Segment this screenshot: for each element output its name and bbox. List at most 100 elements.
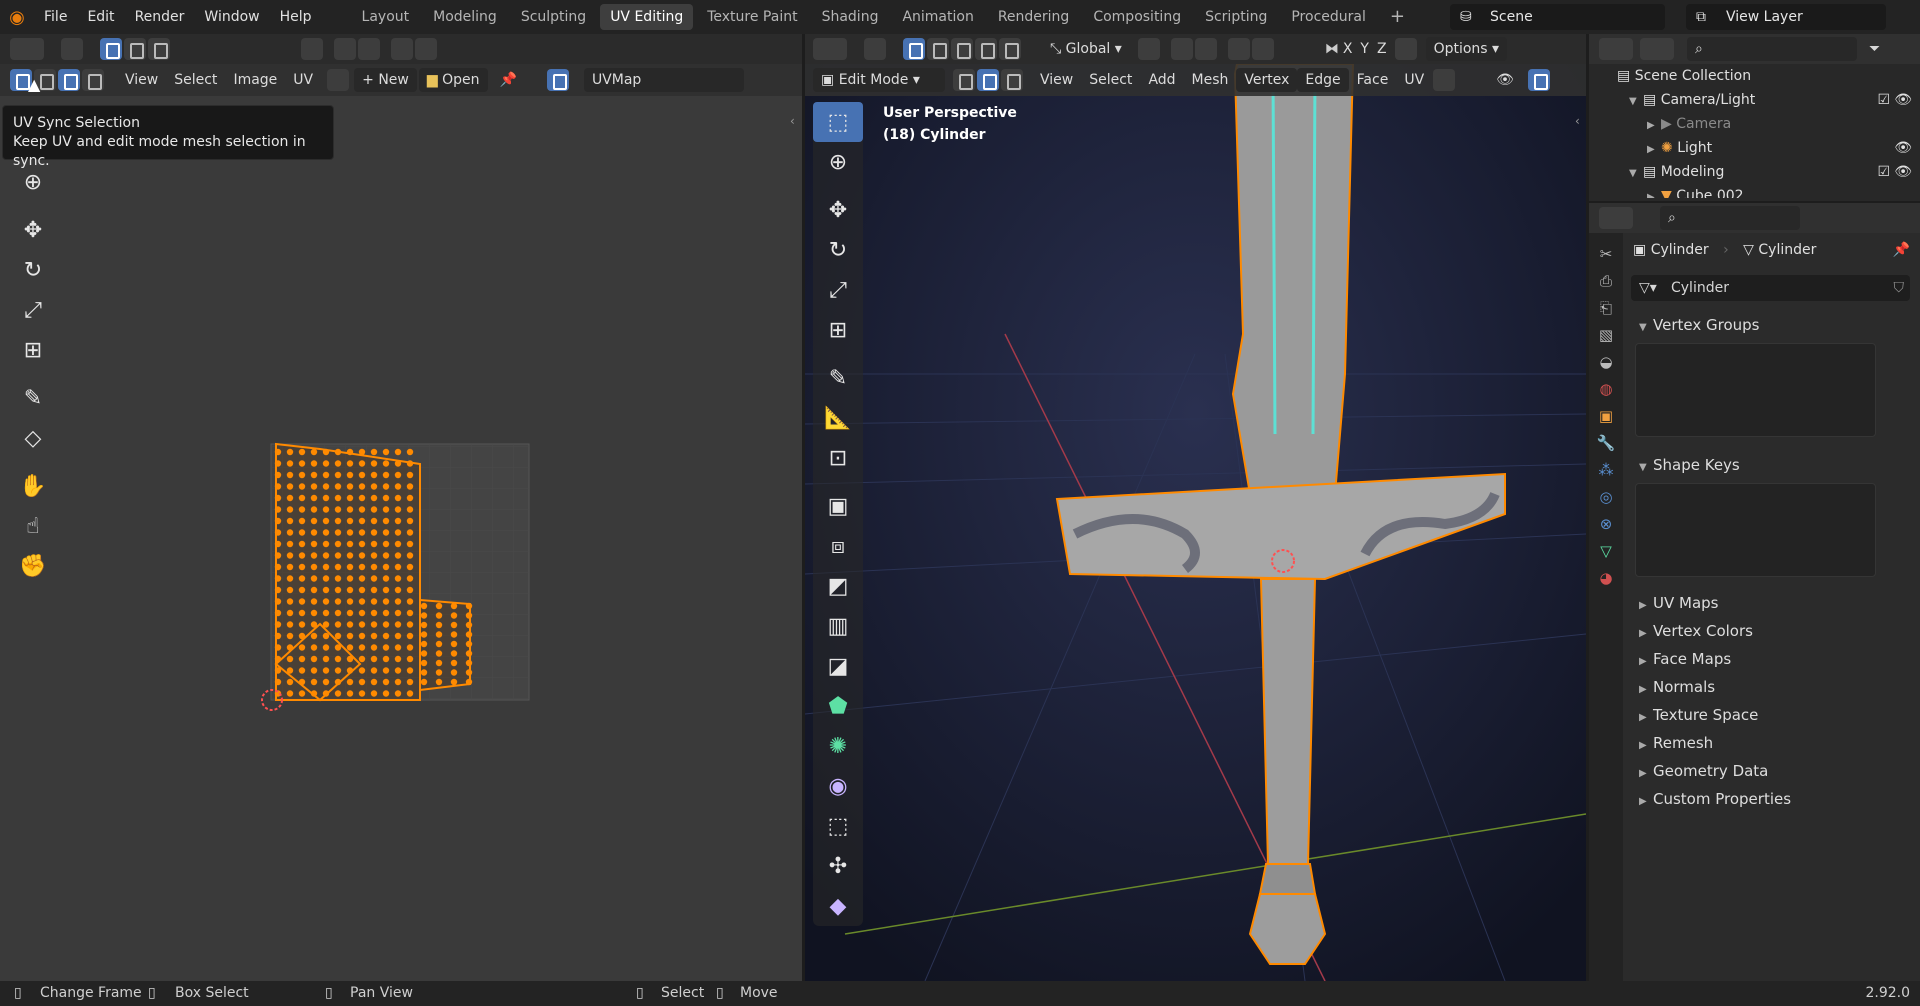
extrude-region-icon[interactable]: ▣ (813, 486, 863, 526)
tab-layout[interactable]: Layout (352, 4, 420, 30)
viewport-select-icon[interactable]: ⬚ (813, 102, 863, 142)
scene-tab-icon[interactable]: ◒ (1599, 353, 1612, 371)
move-tool-icon[interactable]: ✥ (8, 210, 58, 250)
viewport-add-cube-icon[interactable]: ⊡ (813, 438, 863, 478)
tab-uv-editing[interactable]: UV Editing (600, 4, 694, 30)
scene-selector[interactable]: ⛁ Scene (1450, 4, 1665, 30)
tab-sculpting[interactable]: Sculpting (511, 4, 596, 30)
poly-build-icon[interactable]: ⬟ (813, 686, 863, 726)
outliner-row-camera-light[interactable]: ▼ ▤ Camera/Light ☑ 👁 (1589, 88, 1920, 112)
outliner-row-modeling[interactable]: ▼ ▤ Modeling ☑ 👁 (1589, 160, 1920, 184)
panel-shape-keys[interactable]: ▼ Shape Keys (1623, 451, 1920, 479)
viewport-snap-icon[interactable] (1170, 38, 1193, 60)
outliner-filter-icon[interactable]: ⏷ (1869, 41, 1880, 57)
auto-merge-icon[interactable] (1394, 38, 1417, 60)
viewport-gizmo-menu-icon[interactable] (1433, 69, 1456, 91)
viewport-transform-icon[interactable]: ⊞ (813, 310, 863, 350)
outliner-row-cube002[interactable]: ▶ ▼ Cube.002 (1589, 184, 1920, 198)
tab-scripting[interactable]: Scripting (1195, 4, 1277, 30)
viewport-scale-icon[interactable]: ⤢ (813, 270, 863, 310)
snap-target-icon[interactable] (358, 38, 380, 60)
panel-vertex-colors[interactable]: ▶ Vertex Colors (1623, 617, 1920, 645)
tab-texture-paint[interactable]: Texture Paint (697, 4, 807, 30)
checkbox-icon[interactable]: ☑ (1877, 88, 1890, 112)
pin-icon[interactable]: 📌 (500, 72, 517, 88)
panel-texture-space[interactable]: ▶ Texture Space (1623, 701, 1920, 729)
panel-face-maps[interactable]: ▶ Face Maps (1623, 645, 1920, 673)
viewport-move-icon[interactable]: ✥ (813, 190, 863, 230)
snap-icon[interactable] (334, 38, 356, 60)
outliner-search-input[interactable]: ⌕ (1687, 37, 1857, 61)
vertex-groups-list[interactable] (1635, 343, 1876, 437)
properties-editor[interactable]: ⌕ ✂ ⎙ ⎗ ▧ ◒ ◍ ▣ 🔧 ⁂ ◎ ⊗ ▽ ◕ ▣ Cylinder ›… (1589, 203, 1920, 981)
select-mode-box-icon[interactable] (100, 38, 122, 60)
tab-shading[interactable]: Shading (812, 4, 889, 30)
collapse-sidebar-arrow-icon[interactable]: ‹ (790, 114, 795, 128)
physics-tab-icon[interactable]: ◎ (1599, 488, 1612, 506)
uv-editor[interactable]: View Select Image UV + New ▆ Open 📌 UVMa… (0, 34, 802, 981)
new-image-button[interactable]: + New (354, 68, 417, 92)
image-browse-icon[interactable] (327, 69, 350, 91)
select-mode-extend-icon[interactable] (124, 38, 146, 60)
visibility-eye-icon[interactable]: 👁 (1496, 72, 1514, 88)
pivot-icon[interactable] (301, 38, 323, 60)
viewport-select-intersect-icon[interactable] (999, 38, 1021, 60)
tool-tab-icon[interactable]: ✂ (1600, 245, 1613, 263)
viewport-menu-uv[interactable]: UV (1396, 68, 1432, 92)
panel-remesh[interactable]: ▶ Remesh (1623, 729, 1920, 757)
editor-type-icon[interactable] (10, 38, 44, 60)
material-tab-icon[interactable]: ◕ (1599, 569, 1612, 587)
viewport-measure-icon[interactable]: 📐 (813, 398, 863, 438)
tab-animation[interactable]: Animation (892, 4, 983, 30)
viewport-snap-target-icon[interactable] (1194, 38, 1217, 60)
uv-canvas[interactable] (240, 404, 540, 724)
uv-menu-view[interactable]: View (117, 68, 166, 92)
knife-icon[interactable]: ◪ (813, 646, 863, 686)
fake-user-shield-icon[interactable]: ⛉ (1894, 275, 1905, 301)
select-mode-subtract-icon[interactable] (148, 38, 170, 60)
open-image-button[interactable]: ▆ Open (418, 68, 488, 92)
loop-cut-icon[interactable]: ▥ (813, 606, 863, 646)
viewport-falloff-icon[interactable] (1251, 38, 1274, 60)
mesh-browse-icon[interactable]: ▽▾ (1639, 275, 1657, 301)
menu-window[interactable]: Window (194, 0, 269, 34)
shrink-fatten-icon[interactable]: ✣ (813, 846, 863, 886)
viewport-menu-edge[interactable]: Edge (1297, 68, 1349, 92)
viewport-pivot-icon[interactable] (1137, 38, 1160, 60)
tab-procedural[interactable]: Procedural (1281, 4, 1376, 30)
world-tab-icon[interactable]: ◍ (1599, 380, 1612, 398)
modifier-tab-icon[interactable]: 🔧 (1597, 434, 1616, 452)
grab-tool-icon[interactable]: ✋ (8, 466, 58, 506)
data-tab-icon[interactable]: ▽ (1600, 542, 1612, 560)
outliner-row-scene-collection[interactable]: ▤ Scene Collection (1589, 64, 1920, 88)
particles-tab-icon[interactable]: ⁂ (1599, 461, 1614, 479)
tab-modeling[interactable]: Modeling (423, 4, 507, 30)
output-tab-icon[interactable]: ⎗ (1600, 299, 1612, 317)
viewport-annotate-icon[interactable]: ✎ (813, 358, 863, 398)
viewport-cursor-icon[interactable]: ⊕ (813, 142, 863, 182)
uv-menu-uv[interactable]: UV (285, 68, 321, 92)
uv-menu-select[interactable]: Select (166, 68, 225, 92)
menu-edit[interactable]: Edit (77, 0, 124, 34)
eye-icon[interactable]: 👁 (1894, 136, 1912, 160)
scale-tool-icon[interactable]: ⤢ (8, 290, 58, 330)
3d-viewport[interactable]: ⤡ Global ▾ ⧓ X Y Z Options ▾ ▣ Edit Mode… (805, 34, 1586, 981)
viewport-select-extend-icon[interactable] (927, 38, 949, 60)
menu-help[interactable]: Help (270, 0, 322, 34)
viewport-menu-add[interactable]: Add (1140, 68, 1183, 92)
eye-icon[interactable]: 👁 (1894, 88, 1912, 112)
transform-tool-icon[interactable]: ⊞ (8, 330, 58, 370)
bevel-icon[interactable]: ◩ (813, 566, 863, 606)
mirror-icon[interactable]: ⧓ (1325, 41, 1339, 57)
transform-orientation-dropdown[interactable]: ⤡ Global ▾ (1042, 37, 1130, 61)
outliner-display-mode-icon[interactable] (1640, 38, 1674, 60)
pinch-tool-icon[interactable]: ✊ (8, 546, 58, 586)
viewport-menu-select[interactable]: Select (1081, 68, 1140, 92)
outliner[interactable]: ⌕ ⏷ ▤ Scene Collection ▼ ▤ Camera/Light ☑… (1589, 34, 1920, 201)
checkbox-icon[interactable]: ☑ (1877, 160, 1890, 184)
eye-icon[interactable]: 👁 (1894, 160, 1912, 184)
view-layer-tab-icon[interactable]: ▧ (1599, 326, 1613, 344)
constraints-tab-icon[interactable]: ⊗ (1600, 515, 1613, 533)
falloff-icon[interactable] (415, 38, 437, 60)
viewport-rotate-icon[interactable]: ↻ (813, 230, 863, 270)
